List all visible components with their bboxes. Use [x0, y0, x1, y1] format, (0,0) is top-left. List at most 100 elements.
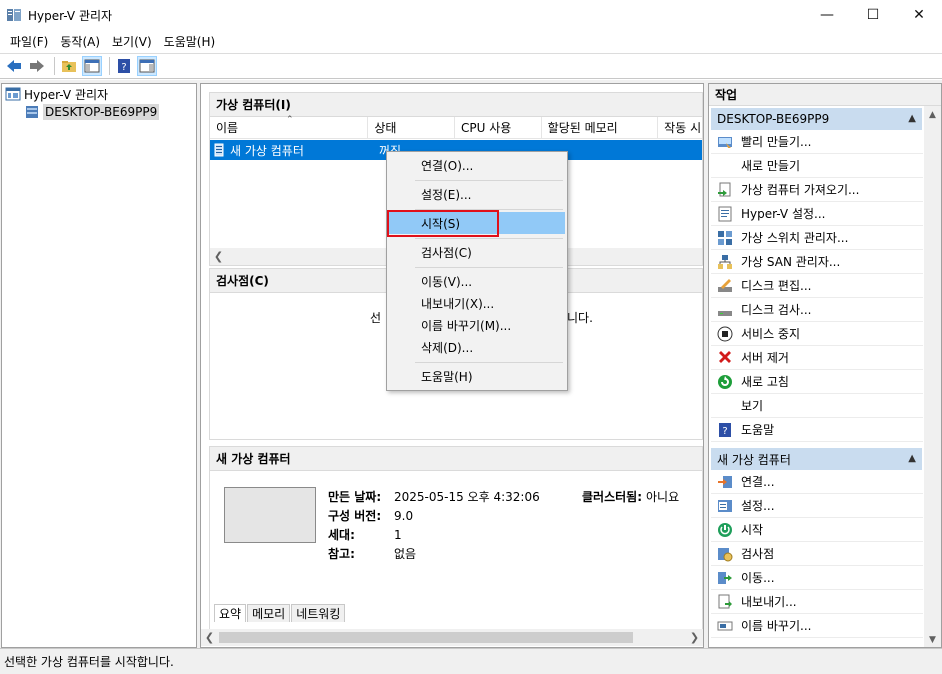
menu-action[interactable]: 동작(A) — [54, 33, 106, 50]
action-label: 새로 고침 — [741, 375, 789, 389]
column-memory[interactable]: 할당된 메모리 — [542, 116, 659, 139]
vm-icon — [214, 143, 224, 157]
context-menu: 연결(O)... 설정(E)... 시작(S) 검사점(C) 이동(V)... … — [386, 151, 568, 391]
ctx-settings[interactable]: 설정(E)... — [389, 183, 565, 205]
action-label: 연결... — [741, 475, 775, 489]
minimize-button[interactable]: — — [804, 0, 850, 30]
action-checkpoint[interactable]: 검사점 — [711, 542, 923, 566]
back-button[interactable] — [4, 56, 24, 76]
close-button[interactable]: ✕ — [896, 0, 942, 30]
action-label: 설정... — [741, 499, 775, 513]
highlight-annotation-box — [387, 210, 499, 237]
action-label: 서버 제거 — [741, 351, 789, 365]
maximize-button[interactable]: ☐ — [850, 0, 896, 30]
ctx-help[interactable]: 도움말(H) — [389, 365, 565, 387]
show-action-pane-button[interactable] — [137, 56, 157, 76]
tab-memory[interactable]: 메모리 — [247, 604, 291, 622]
action-label: 시작 — [741, 523, 764, 537]
actions-group-host[interactable]: DESKTOP-BE69PP9 ▲ — [711, 108, 922, 130]
forward-button[interactable] — [27, 56, 47, 76]
vm-group-label: 새 가상 컴퓨터 — [717, 452, 791, 467]
menu-bar: 파일(F) 동작(A) 보기(V) 도움말(H) — [0, 30, 942, 52]
status-bar: 선택한 가상 컴퓨터를 시작합니다. — [0, 648, 942, 674]
remove-server-icon — [719, 350, 731, 363]
host-group-label: DESKTOP-BE69PP9 — [717, 112, 830, 126]
column-cpu[interactable]: CPU 사용 — [455, 116, 542, 139]
menu-help[interactable]: 도움말(H) — [158, 33, 222, 50]
show-tree-button[interactable] — [82, 56, 102, 76]
toolbar: ? — [0, 53, 942, 79]
export-icon — [718, 594, 732, 608]
ctx-export[interactable]: 내보내기(X)... — [389, 292, 565, 314]
help-toolbar-button[interactable]: ? — [114, 56, 134, 76]
collapse-icon[interactable]: ▲ — [908, 113, 916, 124]
svg-text:?: ? — [121, 62, 126, 73]
generation-value: 1 — [394, 527, 402, 542]
help-book-icon: ? — [118, 59, 130, 73]
vm-thumbnail — [224, 487, 316, 543]
action-new[interactable]: 새로 만들기▶ — [711, 154, 935, 178]
scroll-down-icon[interactable]: ▼ — [924, 631, 941, 647]
action-label: Hyper-V 설정... — [741, 207, 826, 221]
action-edit-disk[interactable]: 디스크 편집... — [711, 274, 923, 298]
ctx-move[interactable]: 이동(V)... — [389, 270, 565, 292]
checkpoints-message-left: 선 — [370, 311, 382, 325]
action-import-vm[interactable]: 가상 컴퓨터 가져오기... — [711, 178, 923, 202]
column-state[interactable]: 상태 — [368, 116, 455, 139]
ctx-checkpoint[interactable]: 검사점(C) — [389, 241, 565, 263]
action-connect[interactable]: 연결... — [711, 470, 923, 494]
up-folder-button[interactable] — [59, 56, 79, 76]
action-label: 내보내기... — [741, 595, 797, 609]
scroll-left-icon[interactable]: ❮ — [201, 629, 218, 646]
action-label: 새로 만들기 — [741, 159, 801, 173]
action-quick-create[interactable]: 빨리 만들기... — [711, 130, 923, 154]
created-label: 만든 날짜: — [328, 490, 382, 504]
vm-column-headers: ⌃ 이름 상태 CPU 사용 할당된 메모리 작동 시 — [210, 115, 702, 139]
action-move[interactable]: 이동... — [711, 566, 923, 590]
action-export[interactable]: 내보내기... — [711, 590, 923, 614]
collapse-icon[interactable]: ▲ — [908, 453, 916, 464]
action-hyperv-settings[interactable]: Hyper-V 설정... — [711, 202, 923, 226]
refresh-icon — [718, 374, 732, 389]
hyperv-app-icon — [7, 9, 21, 21]
tree-child-label: DESKTOP-BE69PP9 — [43, 104, 160, 120]
action-vm-settings[interactable]: 설정... — [711, 494, 923, 518]
san-manager-icon — [718, 254, 732, 269]
action-san-manager[interactable]: 가상 SAN 관리자... — [711, 250, 923, 274]
ctx-separator — [415, 267, 563, 268]
action-view[interactable]: 보기▶ — [711, 394, 935, 418]
tree-item-desktop[interactable]: DESKTOP-BE69PP9 — [2, 103, 196, 121]
ctx-delete[interactable]: 삭제(D)... — [389, 336, 565, 358]
actions-vscroll[interactable]: ▲ ▼ — [924, 106, 941, 647]
action-remove-server[interactable]: 서버 제거 — [711, 346, 923, 370]
action-label: 이동... — [741, 571, 775, 585]
menu-view[interactable]: 보기(V) — [106, 33, 158, 50]
action-refresh[interactable]: 새로 고침 — [711, 370, 923, 394]
menu-file[interactable]: 파일(F) — [4, 33, 54, 50]
ctx-connect[interactable]: 연결(O)... — [389, 154, 565, 176]
actions-group-vm[interactable]: 새 가상 컴퓨터 ▲ — [711, 448, 922, 470]
scroll-left-icon[interactable]: ❮ — [210, 248, 227, 265]
clustered-value: 아니요 — [646, 490, 680, 504]
action-switch-manager[interactable]: 가상 스위치 관리자... — [711, 226, 923, 250]
toolbar-separator — [54, 57, 55, 75]
scroll-thumb[interactable] — [219, 632, 633, 643]
scroll-right-icon[interactable]: ❯ — [686, 629, 703, 646]
action-stop-service[interactable]: 서비스 중지 — [711, 322, 923, 346]
scroll-up-icon[interactable]: ▲ — [924, 106, 941, 123]
svg-text:?: ? — [722, 426, 727, 437]
center-hscroll[interactable]: ❮ ❯ — [201, 629, 703, 646]
action-inspect-disk[interactable]: 디스크 검사... — [711, 298, 923, 322]
folder-up-icon — [62, 61, 76, 72]
tab-summary[interactable]: 요약 — [214, 604, 247, 622]
tab-networking[interactable]: 네트워킹 — [291, 604, 346, 622]
action-rename[interactable]: 이름 바꾸기... — [711, 614, 923, 638]
column-uptime[interactable]: 작동 시 — [658, 117, 702, 139]
tree-item-hyperv-manager[interactable]: Hyper-V 관리자 — [2, 85, 196, 103]
action-label: 디스크 검사... — [741, 303, 812, 317]
connect-icon — [718, 475, 732, 488]
action-start[interactable]: 시작 — [711, 518, 923, 542]
ctx-rename[interactable]: 이름 바꾸기(M)... — [389, 314, 565, 336]
action-help[interactable]: ? 도움말 — [711, 418, 923, 442]
sort-ascending-icon: ⌃ — [286, 115, 294, 125]
